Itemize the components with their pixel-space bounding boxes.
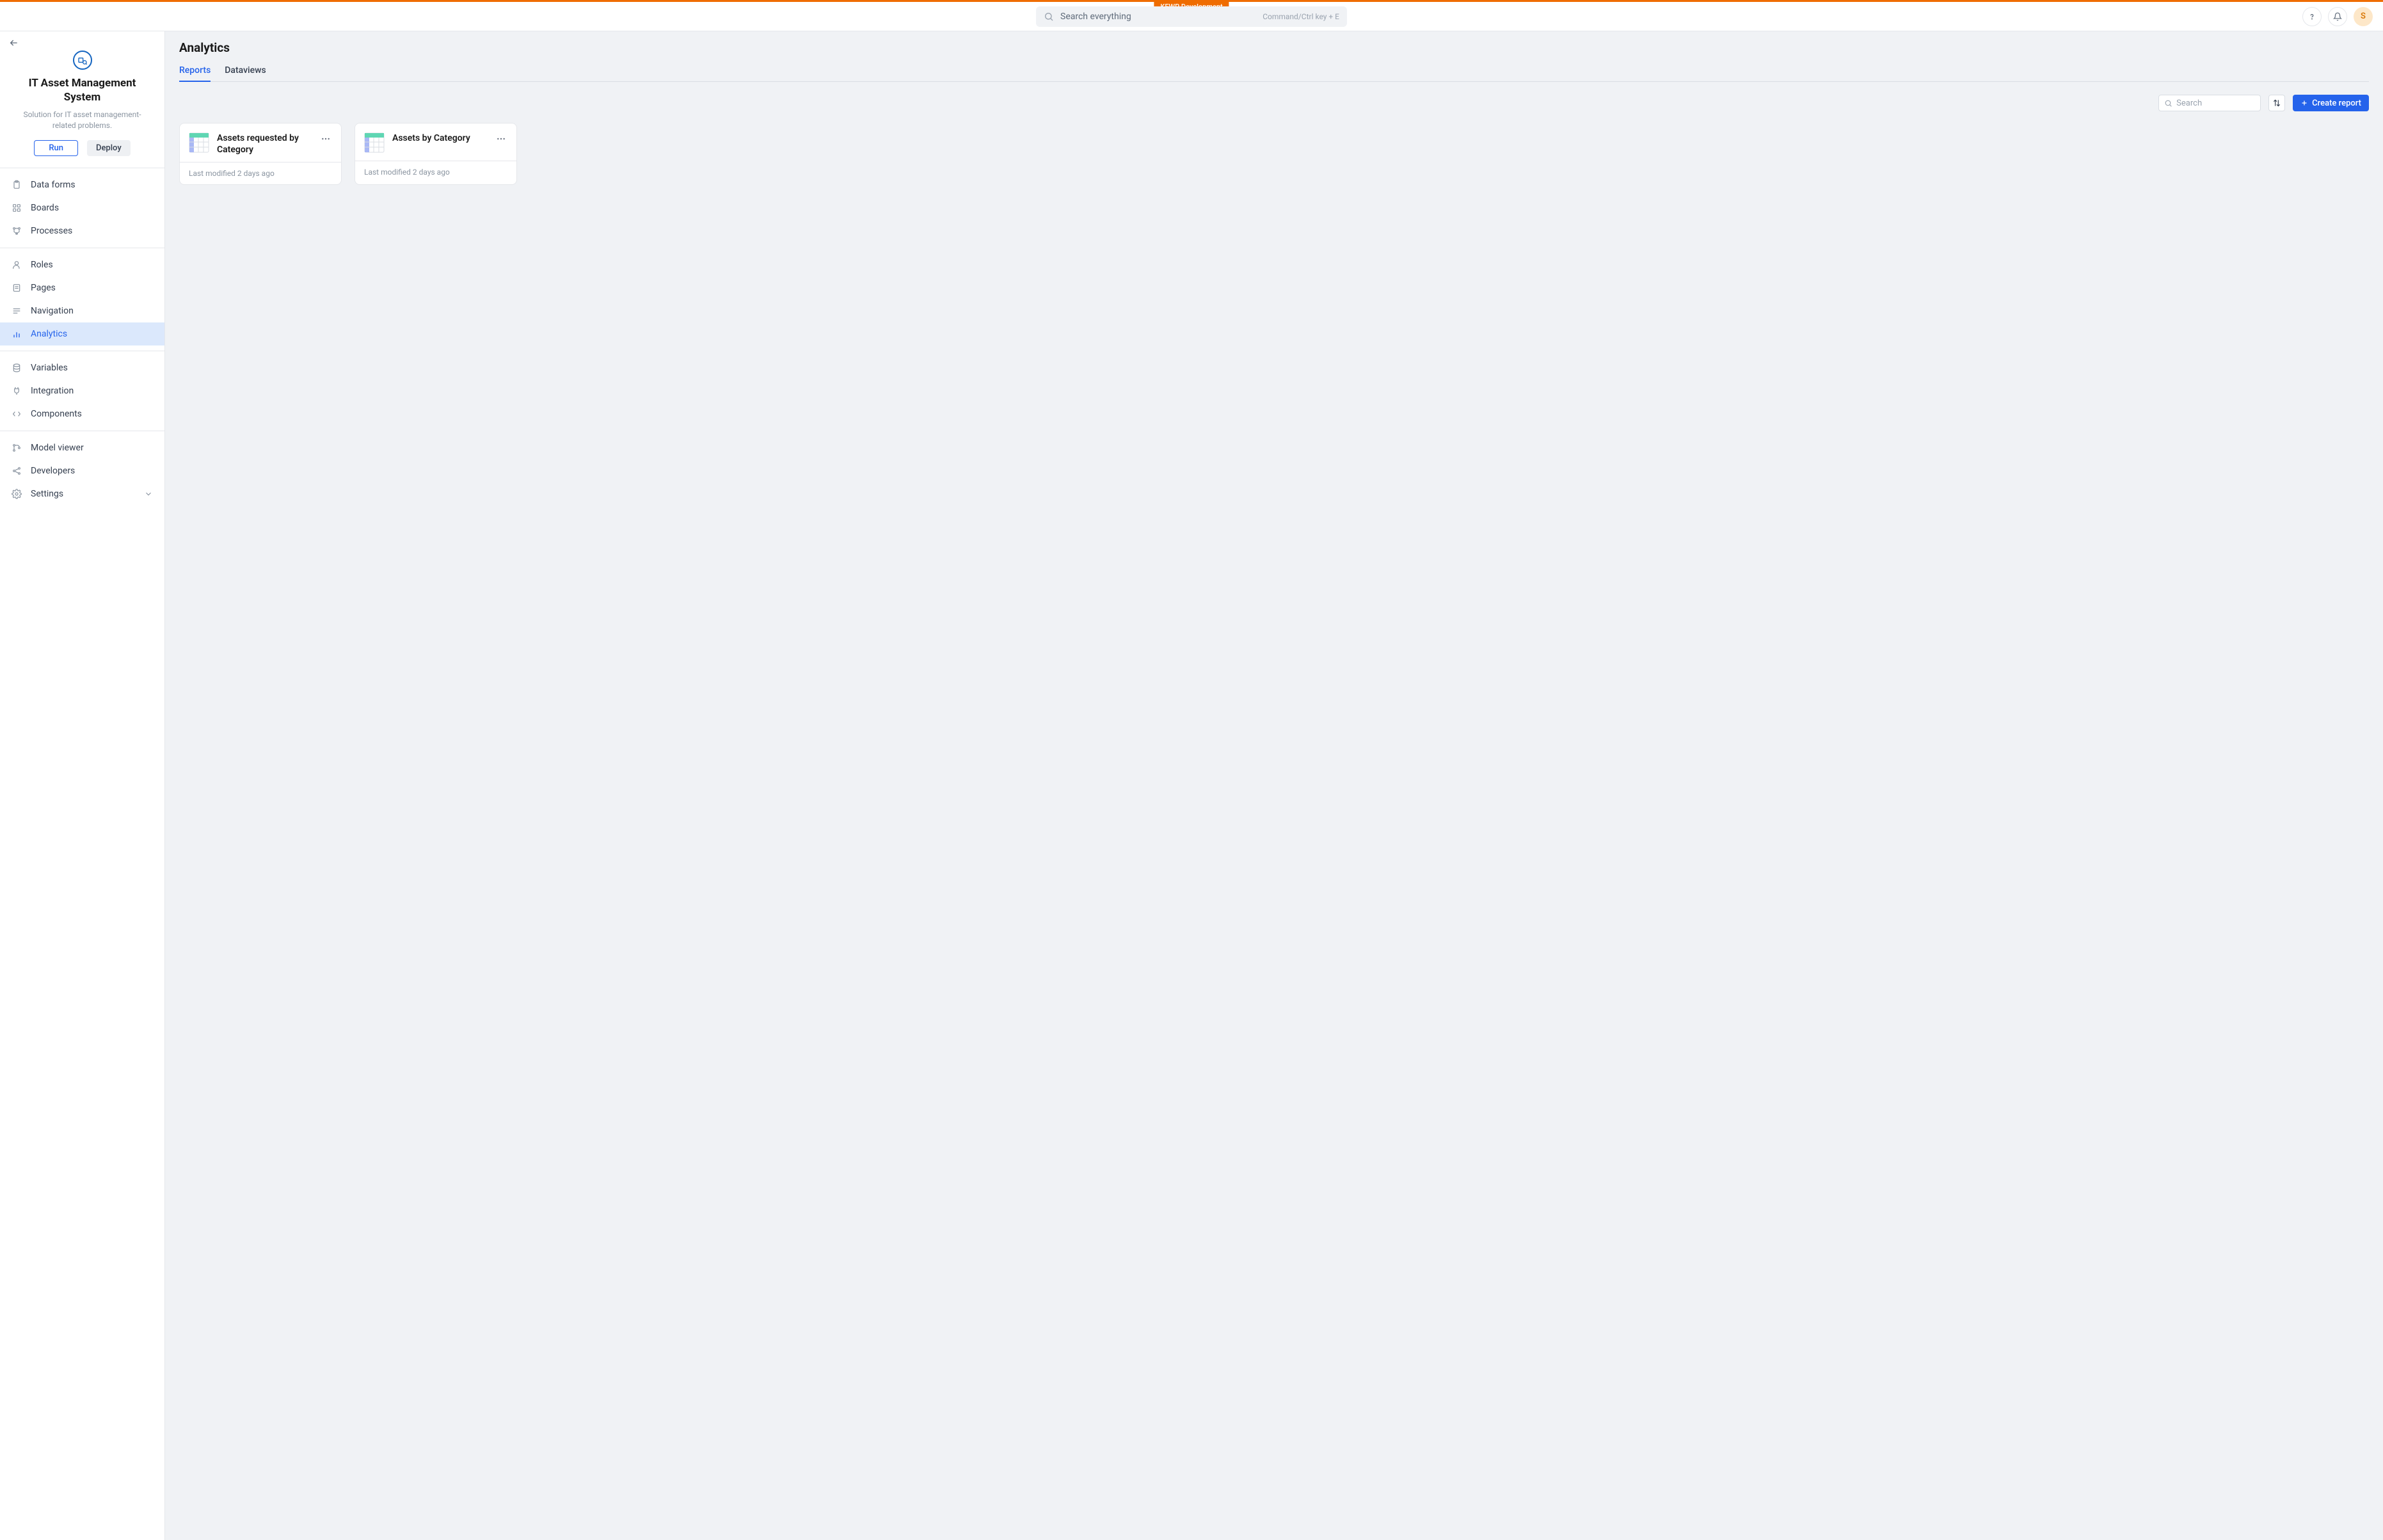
global-search[interactable]: Search everything Command/Ctrl key + E — [1036, 6, 1347, 27]
report-card-menu[interactable] — [495, 132, 507, 145]
report-card-title: Assets requested by Category — [217, 132, 312, 155]
more-icon — [496, 134, 506, 144]
report-card-title: Assets by Category — [392, 132, 487, 144]
sidebar-item-analytics[interactable]: Analytics — [0, 322, 164, 345]
sidebar: IT Asset Management System Solution for … — [0, 31, 165, 1540]
search-icon — [1044, 12, 1054, 22]
clipboard-icon — [12, 180, 22, 190]
sidebar-item-navigation[interactable]: Navigation — [0, 299, 164, 322]
sort-button[interactable] — [2268, 95, 2285, 111]
sidebar-item-label: Variables — [31, 363, 68, 373]
sidebar-item-label: Model viewer — [31, 443, 84, 453]
deploy-button[interactable]: Deploy — [87, 140, 131, 156]
sidebar-item-label: Pages — [31, 283, 56, 293]
sidebar-item-components[interactable]: Components — [0, 402, 164, 425]
page-title: Analytics — [179, 40, 2369, 55]
search-icon — [2164, 99, 2172, 107]
notifications-button[interactable] — [2328, 7, 2347, 26]
create-report-label: Create report — [2312, 99, 2361, 108]
user-icon — [12, 260, 22, 270]
code-icon — [12, 409, 22, 419]
sort-icon — [2272, 99, 2281, 107]
grid-icon — [12, 203, 22, 213]
create-report-button[interactable]: Create report — [2293, 95, 2369, 111]
plug-icon — [12, 386, 22, 396]
reports-search-input[interactable] — [2176, 99, 2283, 108]
back-button[interactable] — [9, 38, 155, 48]
report-card-menu[interactable] — [319, 132, 332, 145]
sidebar-item-label: Components — [31, 409, 82, 419]
sidebar-item-label: Developers — [31, 466, 75, 476]
sidebar-item-roles[interactable]: Roles — [0, 253, 164, 276]
reports-search[interactable] — [2158, 95, 2261, 111]
report-card[interactable]: Assets requested by Category Last modifi… — [179, 123, 342, 185]
sidebar-item-variables[interactable]: Variables — [0, 356, 164, 379]
bell-icon — [2333, 12, 2342, 21]
sidebar-item-label: Analytics — [31, 329, 67, 339]
plus-icon — [2300, 99, 2308, 107]
tabs: Reports Dataviews — [179, 60, 2369, 82]
sidebar-item-model-viewer[interactable]: Model viewer — [0, 436, 164, 459]
branch-icon — [12, 443, 22, 453]
tab-dataviews[interactable]: Dataviews — [225, 60, 266, 82]
share-icon — [12, 466, 22, 476]
sidebar-item-label: Boards — [31, 203, 59, 213]
report-card[interactable]: Assets by Category Last modified 2 days … — [355, 123, 517, 185]
report-card-modified: Last modified 2 days ago — [355, 161, 516, 183]
sidebar-item-data-forms[interactable]: Data forms — [0, 173, 164, 196]
table-icon — [364, 132, 385, 153]
sidebar-item-label: Navigation — [31, 306, 74, 316]
header: Search everything Command/Ctrl key + E S — [0, 2, 2383, 31]
app-subtitle: Solution for IT asset management-related… — [15, 109, 149, 131]
sidebar-item-integration[interactable]: Integration — [0, 379, 164, 402]
avatar[interactable]: S — [2354, 7, 2373, 26]
chevron-down-icon — [144, 489, 153, 498]
database-icon — [12, 363, 22, 373]
navigation-icon — [12, 306, 22, 316]
toolbar: Create report — [179, 95, 2369, 111]
more-icon — [321, 134, 331, 144]
sidebar-item-developers[interactable]: Developers — [0, 459, 164, 482]
app-title: IT Asset Management System — [15, 76, 149, 104]
sidebar-item-label: Processes — [31, 226, 72, 236]
sidebar-item-processes[interactable]: Processes — [0, 219, 164, 242]
app-icon — [73, 51, 92, 70]
gear-icon — [12, 489, 22, 499]
page-icon — [12, 283, 22, 293]
chart-icon — [12, 329, 22, 339]
run-button[interactable]: Run — [34, 140, 78, 156]
app-header: IT Asset Management System Solution for … — [0, 48, 164, 168]
workflow-icon — [12, 226, 22, 236]
sidebar-item-settings[interactable]: Settings — [0, 482, 164, 505]
sidebar-item-label: Roles — [31, 260, 53, 270]
search-shortcut-hint: Command/Ctrl key + E — [1263, 12, 1339, 21]
report-cards: Assets requested by Category Last modifi… — [179, 123, 2369, 185]
tab-reports[interactable]: Reports — [179, 60, 211, 82]
sidebar-item-pages[interactable]: Pages — [0, 276, 164, 299]
sidebar-item-label: Integration — [31, 386, 74, 396]
report-card-modified: Last modified 2 days ago — [180, 162, 341, 184]
sidebar-item-boards[interactable]: Boards — [0, 196, 164, 219]
global-search-placeholder: Search everything — [1060, 12, 1256, 22]
main-content: Analytics Reports Dataviews Create — [165, 31, 2383, 1540]
table-icon — [189, 132, 209, 153]
help-icon — [2307, 12, 2316, 21]
sidebar-item-label: Settings — [31, 489, 63, 499]
help-button[interactable] — [2302, 7, 2322, 26]
sidebar-item-label: Data forms — [31, 180, 76, 190]
